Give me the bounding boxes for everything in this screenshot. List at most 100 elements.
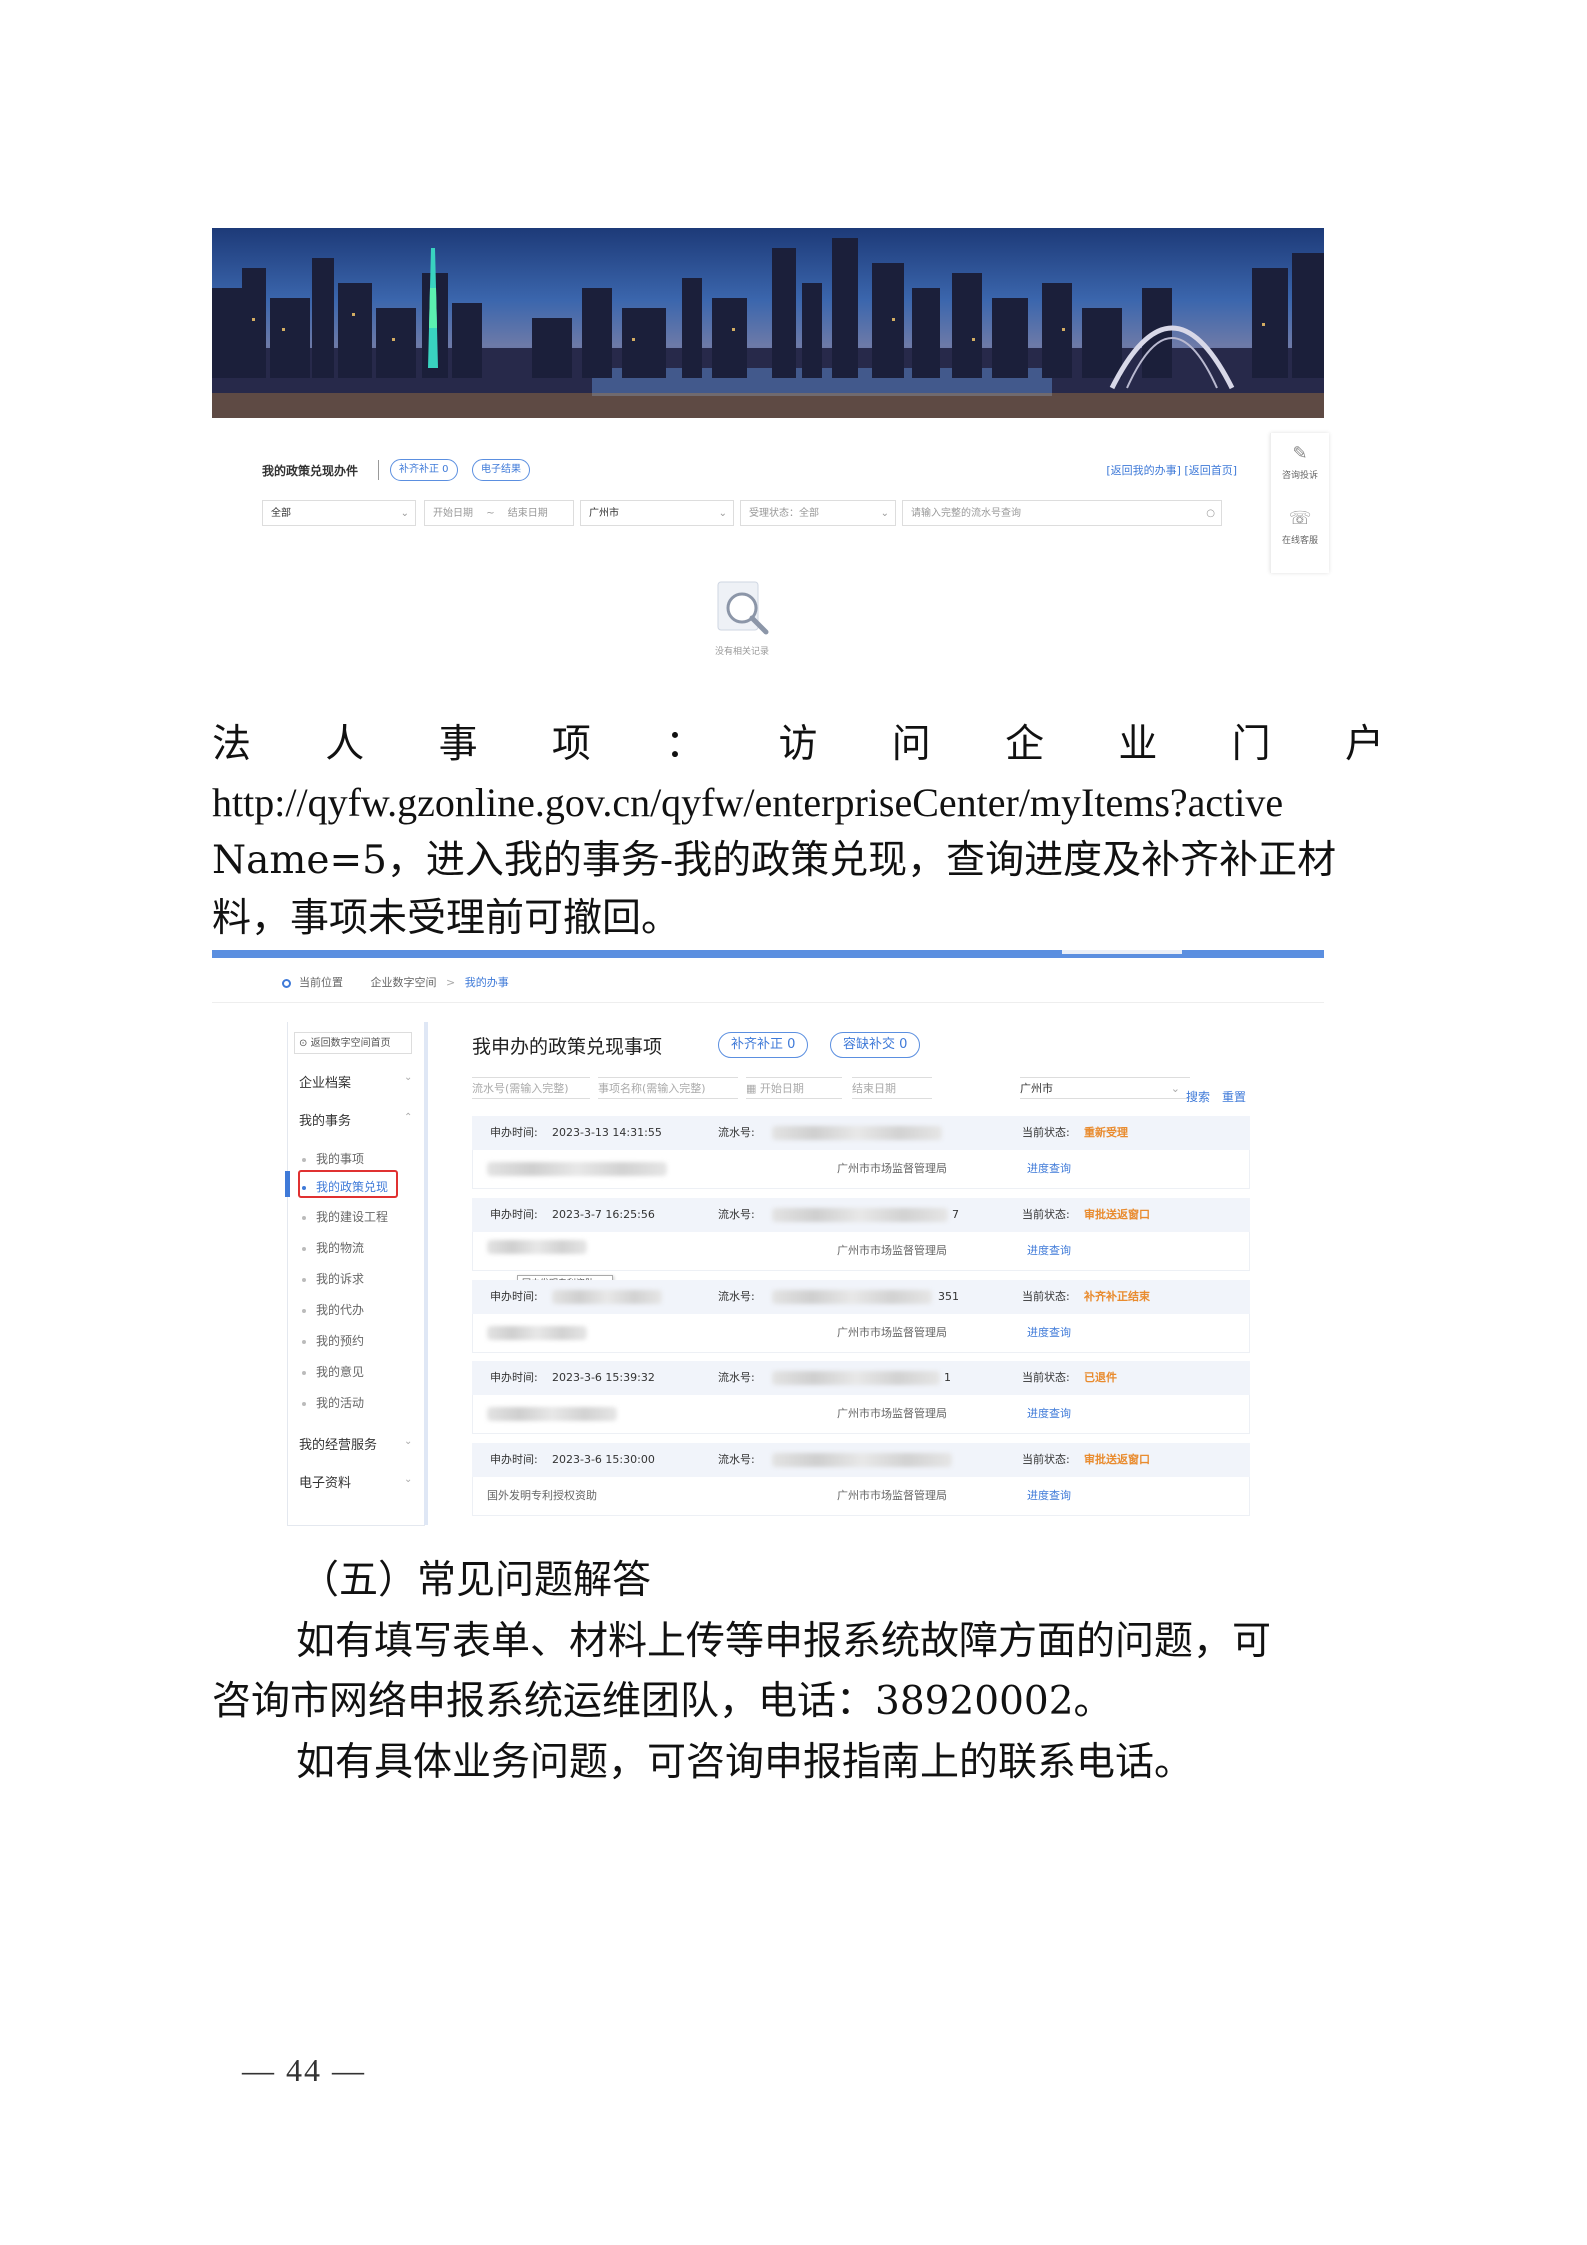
- redacted-item-name: [487, 1162, 667, 1176]
- item-name-input[interactable]: 事项名称(需输入完整): [598, 1077, 738, 1099]
- supplement-pill[interactable]: 补齐补正 0: [718, 1032, 809, 1058]
- back-to-home-button[interactable]: ⊙ 返回数字空间首页: [294, 1032, 412, 1054]
- sidebar-group-affairs[interactable]: 我的事务: [299, 1110, 351, 1129]
- chevron-down-icon: ⌄: [404, 1436, 413, 1447]
- consult-complaint-button[interactable]: ✎ 咨询投诉: [1271, 443, 1329, 481]
- search-placeholder: 请输入完整的流水号查询: [911, 508, 1021, 519]
- city-select[interactable]: 广州市 ⌄: [1020, 1077, 1190, 1099]
- status-badge: 补齐补正结束: [1084, 1290, 1150, 1303]
- status-badge: 审批送返窗口: [1084, 1453, 1150, 1466]
- divider: [378, 460, 379, 480]
- redacted-serial: [772, 1208, 948, 1222]
- record-header: 申办时间: 2023-3-13 14:31:55 流水号: 当前状态: 重新受理: [472, 1116, 1250, 1150]
- status-select[interactable]: 受理状态：全部 ⌄: [740, 500, 896, 526]
- apply-time-value: 2023-3-7 16:25:56: [552, 1208, 655, 1221]
- status-badge: 审批送返窗口: [1084, 1208, 1150, 1221]
- city-skyline-banner: [212, 228, 1324, 418]
- sidebar-item-opinions[interactable]: 我的意见: [302, 1363, 364, 1380]
- apply-time-label: 申办时间:: [490, 1453, 538, 1466]
- redacted-item-name: [487, 1407, 617, 1421]
- breadcrumb-item-current[interactable]: 我的办事: [465, 976, 509, 989]
- type-select[interactable]: 全部 ⌄: [262, 500, 416, 526]
- type-select-value: 全部: [271, 508, 291, 519]
- serial-label: 流水号:: [718, 1290, 755, 1303]
- apply-time-label: 申办时间:: [490, 1126, 538, 1139]
- record-body: 广州市市场监督管理局 进度查询: [472, 1314, 1250, 1353]
- enterprise-portal-url[interactable]: http://qyfw.gzonline.gov.cn/qyfw/enterpr…: [212, 774, 1384, 832]
- item-label: 我的建设工程: [316, 1210, 389, 1224]
- sidebar-item-my-policy[interactable]: 我的政策兑现: [302, 1178, 388, 1195]
- no-records-text: 没有相关记录: [714, 647, 769, 657]
- redacted-item-name: [487, 1326, 587, 1340]
- section-heading: （五）常见问题解答: [300, 1558, 652, 1603]
- edit-icon: ✎: [1292, 443, 1308, 464]
- date-range-separator: ~: [486, 508, 495, 519]
- chat-icon: ☏: [1288, 508, 1312, 529]
- sidebar-item-appeals[interactable]: 我的诉求: [302, 1270, 364, 1287]
- sidebar-group-archive[interactable]: 企业档案: [299, 1072, 351, 1091]
- bullet-icon: [302, 1185, 306, 1190]
- char: ：: [665, 722, 705, 767]
- char: 企: [1005, 722, 1045, 767]
- page-number: — 44 —: [242, 2052, 366, 2088]
- char: 访: [778, 722, 818, 767]
- sidebar-item-booking[interactable]: 我的预约: [302, 1332, 364, 1349]
- item-label: 我的政策兑现: [316, 1180, 389, 1194]
- serial-label: 流水号:: [718, 1208, 755, 1221]
- progress-query-link[interactable]: 进度查询: [1027, 1150, 1071, 1188]
- progress-query-link[interactable]: 进度查询: [1027, 1477, 1071, 1515]
- serial-label: 流水号:: [718, 1371, 755, 1384]
- record-card: 申办时间: 流水号: 351 当前状态: 补齐补正结束 广州市市场监督管理局 进…: [472, 1280, 1250, 1354]
- instruction-line-4: 料，事项未受理前可撤回。: [212, 896, 681, 941]
- char: 人: [325, 722, 365, 767]
- chevron-down-icon: ⌄: [1170, 1082, 1180, 1095]
- progress-query-link[interactable]: 进度查询: [1027, 1395, 1071, 1433]
- online-service-button[interactable]: ☏ 在线客服: [1271, 508, 1329, 546]
- char: 问: [891, 722, 931, 767]
- sidebar-item-construction[interactable]: 我的建设工程: [302, 1208, 388, 1225]
- start-date-input[interactable]: ▦ 开始日期: [746, 1077, 842, 1099]
- sidebar-group-business[interactable]: 我的经营服务: [299, 1434, 377, 1453]
- group-label: 企业档案: [299, 1076, 352, 1091]
- record-body: 广州市市场监督管理局 进度查询: [472, 1395, 1250, 1434]
- supplement-pill[interactable]: 补齐补正 0: [390, 459, 458, 481]
- sidebar-item-activities[interactable]: 我的活动: [302, 1394, 364, 1411]
- city-select[interactable]: 广州市 ⌄: [580, 500, 734, 526]
- progress-query-link[interactable]: 进度查询: [1027, 1314, 1071, 1352]
- policy-items-header: 我的政策兑现办件 补齐补正 0 电子结果 [返回我的办事] [返回首页]: [262, 456, 1237, 484]
- chevron-down-icon: ⌄: [404, 1072, 413, 1083]
- breadcrumb-item[interactable]: 企业数字空间: [371, 976, 437, 989]
- faq-paragraph-1-line-1: 如有填写表单、材料上传等申报系统故障方面的问题，可: [296, 1619, 1272, 1664]
- serial-input[interactable]: 流水号(需输入完整): [472, 1077, 590, 1099]
- screenshot-my-policy: 当前位置 企业数字空间 > 我的办事 ⊙ 返回数字空间首页 企业档案 我的事务 …: [212, 950, 1324, 1526]
- consult-complaint-label: 咨询投诉: [1281, 471, 1318, 481]
- sidebar-item-logistics[interactable]: 我的物流: [302, 1239, 364, 1256]
- breadcrumb-label: 当前位置: [299, 976, 343, 989]
- sidebar-group-e-materials[interactable]: 电子资料: [299, 1472, 351, 1491]
- chevron-up-icon: ⌃: [404, 1112, 413, 1123]
- return-links[interactable]: [返回我的办事] [返回首页]: [1106, 462, 1237, 478]
- redacted-serial: [772, 1290, 932, 1304]
- sidebar-item-agency[interactable]: 我的代办: [302, 1301, 364, 1318]
- defect-pill[interactable]: 容缺补交 0: [830, 1032, 921, 1058]
- active-indicator: [285, 1171, 290, 1197]
- electronic-result-pill[interactable]: 电子结果: [472, 459, 530, 481]
- date-range-input[interactable]: 开始日期 ~ 结束日期: [424, 500, 574, 526]
- search-button[interactable]: 搜索: [1186, 1088, 1210, 1105]
- instruction-paragraph: 法 人 事 项 ： 访 问 企 业 门 户 http://qyfw.gzonli…: [212, 716, 1384, 948]
- page-title: 我申办的政策兑现事项: [472, 1036, 663, 1058]
- department: 广州市市场监督管理局: [837, 1489, 947, 1502]
- end-date-input[interactable]: 结束日期: [852, 1077, 932, 1099]
- status-label: 当前状态:: [1022, 1371, 1070, 1384]
- sidebar-scroll-strip: [424, 1022, 428, 1525]
- apply-time-value: 2023-3-6 15:39:32: [552, 1371, 655, 1384]
- serial-search-input[interactable]: 请输入完整的流水号查询 ○: [902, 500, 1222, 526]
- location-icon: [282, 978, 291, 988]
- breadcrumb-separator: >: [446, 976, 456, 989]
- char: 门: [1231, 722, 1271, 767]
- reset-button[interactable]: 重置: [1222, 1088, 1246, 1105]
- sidebar-item-my-items[interactable]: 我的事项: [302, 1150, 364, 1167]
- progress-query-link[interactable]: 进度查询: [1027, 1232, 1071, 1270]
- floating-side-buttons: ✎ 咨询投诉 ☏ 在线客服: [1270, 433, 1329, 573]
- search-icon[interactable]: ○: [1206, 501, 1215, 527]
